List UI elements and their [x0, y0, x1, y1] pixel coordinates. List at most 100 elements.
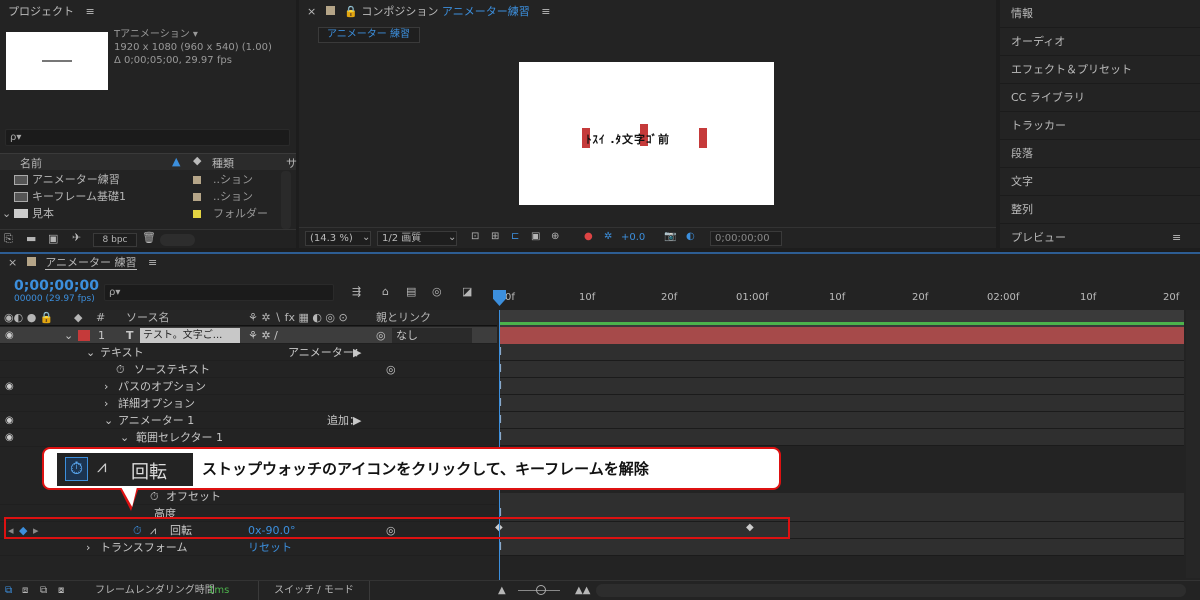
sort-arrow-icon[interactable]: ▲ — [172, 155, 180, 168]
transfer-controls-icon[interactable]: ⧈ — [22, 581, 28, 600]
timeline-tab[interactable]: × アニメーター 練習 ≡ — [0, 252, 157, 274]
col-type[interactable]: 種類 — [212, 155, 234, 171]
comp-canvas[interactable]: ﾄｽｲ .ﾀ文字ｺﾞ前 — [519, 62, 774, 205]
layer-name[interactable]: テスト。文字ご... — [140, 328, 240, 343]
project-item[interactable]: アニメーター練習 ..ション ♣ — [0, 171, 296, 188]
zoom-slider-thumb[interactable] — [536, 585, 546, 595]
timeline-menu-icon[interactable]: ≡ — [148, 252, 157, 274]
close-icon[interactable]: × — [307, 5, 316, 18]
label-column-icon[interactable]: ◆ — [74, 310, 82, 326]
zoom-in-icon[interactable]: ▲▲ — [575, 581, 590, 600]
property-offset[interactable]: ⏱ オフセット — [0, 488, 497, 505]
stopwatch-icon[interactable]: ⏱ — [116, 361, 125, 378]
draft-3d-icon[interactable]: ⌂ — [382, 285, 389, 298]
visibility-eye-icon[interactable]: ◉ — [5, 327, 14, 344]
comp-mini-flowchart-icon[interactable]: ⇶ — [352, 285, 361, 298]
panel-item-character[interactable]: 文字 — [1000, 168, 1200, 196]
visibility-eye-icon[interactable]: ◉ — [5, 412, 14, 429]
canvas-text[interactable]: ﾄｽｲ .ﾀ文字ｺﾞ前 — [586, 131, 670, 147]
current-time-indicator[interactable] — [499, 310, 500, 580]
new-folder-icon[interactable]: ▬ — [26, 232, 36, 245]
col-name[interactable]: 名前 — [20, 155, 42, 171]
project-footer-slider[interactable] — [160, 234, 195, 246]
pickwhip-icon[interactable]: ◎ — [376, 327, 386, 344]
close-icon[interactable]: × — [8, 256, 17, 269]
resolution-select[interactable]: 1/2 画質 — [377, 231, 457, 246]
timeline-search-input[interactable]: ρ▾ — [104, 284, 334, 301]
property-more-options[interactable]: › 詳細オプション — [0, 395, 497, 412]
project-search-input[interactable]: ρ▾ — [5, 129, 290, 146]
property-path-options[interactable]: ◉ › パスのオプション — [0, 378, 497, 395]
frame-blending-icon[interactable]: ◎ — [432, 285, 442, 298]
timeline-scrollbar[interactable] — [1186, 310, 1200, 578]
chevron-right-icon[interactable]: › — [86, 539, 90, 556]
comp-title-name[interactable]: アニメーター練習 — [442, 5, 530, 18]
layer-duration-bar[interactable] — [499, 327, 1184, 344]
color-channel-icon[interactable]: ● — [584, 231, 593, 242]
label-swatch[interactable] — [193, 210, 201, 218]
mask-visibility-icon[interactable]: ⊏ — [511, 231, 519, 242]
shy-layers-icon[interactable]: ▤ — [406, 285, 416, 298]
panel-item-info[interactable]: 情報 — [1000, 0, 1200, 28]
time-ruler[interactable]: 0f 10f 20f 01:00f 10f 20f 02:00f 10f 20f — [499, 282, 1184, 310]
switches-icons[interactable]: ⚘ ✲ ∖ fx ▦ ◐ ◎ ⊙ — [248, 310, 348, 326]
project-item[interactable]: キーフレーム基礎1 ..ション — [0, 188, 296, 205]
project-title[interactable]: プロジェクト — [8, 5, 74, 18]
col-parent[interactable]: 親とリンク — [376, 310, 431, 326]
label-swatch[interactable] — [193, 176, 201, 184]
parent-select[interactable]: なし — [392, 328, 472, 343]
property-range-selector[interactable]: ◉ ⌄ 範囲セレクター 1 — [0, 429, 497, 447]
reset-link[interactable]: リセット — [248, 539, 292, 556]
chevron-down-icon[interactable]: ⌄ — [104, 412, 113, 429]
switch-mode-toggle[interactable]: スイッチ / モード — [258, 581, 370, 600]
chevron-down-icon[interactable]: ⌄ — [120, 429, 129, 446]
chevron-right-icon[interactable]: › — [104, 378, 108, 395]
new-comp-icon[interactable]: ▣ — [48, 232, 58, 245]
visibility-eye-icon[interactable]: ◉ — [5, 429, 14, 446]
interpret-footage-icon[interactable]: ⎘ — [4, 232, 13, 246]
bit-depth-button[interactable]: 8 bpc — [93, 233, 137, 247]
panel-item-preview[interactable]: プレビュー ≡ — [1000, 224, 1200, 252]
layer-switches[interactable]: ⚘ ✲ / — [248, 327, 278, 344]
exposure-icon[interactable]: ✲ — [604, 231, 612, 242]
render-time-toggle-icon[interactable]: ⧇ — [58, 581, 64, 600]
property-text[interactable]: ⌄ テキスト アニメーター： ▶ — [0, 344, 497, 361]
transparency-grid-icon[interactable]: ⊞ — [491, 231, 499, 242]
comp-viewer-tab[interactable]: アニメーター 練習 — [318, 27, 420, 43]
project-menu-icon[interactable]: ≡ — [86, 0, 95, 24]
grid-icon[interactable]: ⊕ — [551, 231, 559, 242]
project-scrollbar[interactable] — [281, 171, 291, 229]
guides-icon[interactable]: ▣ — [531, 231, 540, 242]
layer-switches-toggle-icon[interactable]: ⧉ — [5, 581, 12, 600]
graph-editor-icon[interactable]: ◪ — [462, 285, 472, 298]
property-transform[interactable]: › トランスフォーム リセット — [0, 539, 497, 556]
preview-menu-icon[interactable]: ≡ — [1172, 224, 1181, 252]
label-tag-icon[interactable]: ◆ — [193, 154, 201, 167]
layer-row[interactable]: ◉ ⌄ 1 T テスト。文字ご... ⚘ ✲ / ◎ なし — [0, 327, 497, 344]
chevron-down-icon[interactable]: ⌄ — [362, 232, 370, 243]
trash-icon[interactable]: 🗑 — [142, 231, 156, 244]
panel-item-tracker[interactable]: トラッカー — [1000, 112, 1200, 140]
property-animator-1[interactable]: ◉ ⌄ アニメーター 1 追加： ▶ — [0, 412, 497, 429]
text-bbox-handle[interactable] — [699, 128, 707, 148]
col-extra[interactable]: サ — [286, 155, 297, 171]
render-queue-icon[interactable]: ✈ — [72, 231, 81, 244]
pickwhip-icon[interactable]: ◎ — [386, 361, 396, 378]
chevron-down-icon[interactable]: ⌄ — [64, 327, 73, 344]
visibility-eye-icon[interactable]: ◉ — [5, 378, 14, 395]
in-out-toggle-icon[interactable]: ⧉ — [40, 581, 47, 600]
panel-item-cc-libraries[interactable]: CC ライブラリ — [1000, 84, 1200, 112]
comp-timecode[interactable]: 0;00;00;00 — [710, 231, 782, 246]
show-snapshot-icon[interactable]: ◐ — [686, 231, 695, 242]
chevron-down-icon[interactable]: ⌄ — [86, 344, 95, 361]
snapshot-region-icon[interactable]: ⊡ — [471, 231, 479, 242]
stopwatch-icon[interactable]: ⏱ — [150, 488, 159, 505]
project-item[interactable]: ⌄ 見本 フォルダー — [0, 205, 296, 222]
property-source-text[interactable]: ⏱ ソーステキスト ◎ — [0, 361, 497, 378]
play-menu-icon[interactable]: ▶ — [353, 344, 361, 361]
panel-item-align[interactable]: 整列 — [1000, 196, 1200, 224]
label-swatch[interactable] — [193, 193, 201, 201]
panel-item-audio[interactable]: オーディオ — [1000, 28, 1200, 56]
camera-icon[interactable]: 📷 — [664, 231, 676, 242]
panel-item-effects-presets[interactable]: エフェクト＆プリセット — [1000, 56, 1200, 84]
